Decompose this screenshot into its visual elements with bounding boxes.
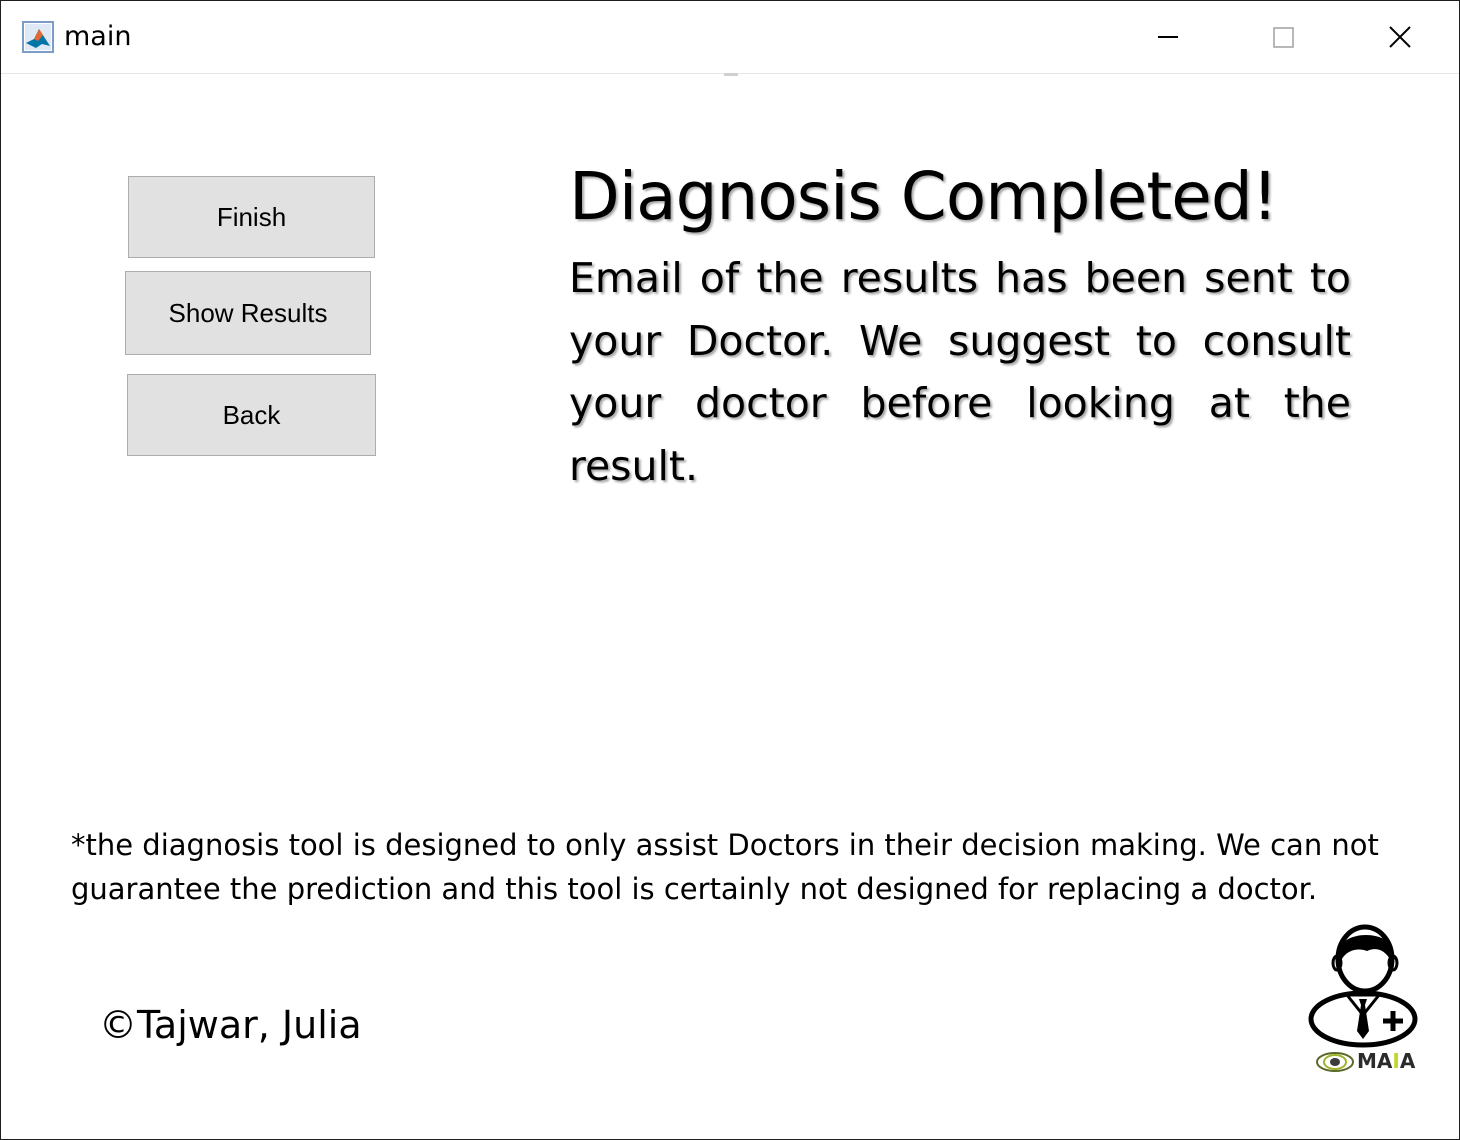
brand-accent: I xyxy=(1392,1049,1400,1073)
matlab-app-icon xyxy=(22,21,54,53)
back-button[interactable]: Back xyxy=(127,374,376,456)
close-button[interactable] xyxy=(1341,1,1457,73)
page-title: Diagnosis Completed! xyxy=(569,158,1278,235)
window-title: main xyxy=(64,21,132,52)
brand-suffix: A xyxy=(1399,1049,1416,1073)
brand-prefix: MA xyxy=(1357,1049,1393,1073)
disclaimer-text: *the diagnosis tool is designed to only … xyxy=(71,828,1379,906)
minimize-button[interactable] xyxy=(1109,1,1225,73)
show-results-button[interactable]: Show Results xyxy=(125,271,371,355)
title-bar[interactable]: main xyxy=(1,1,1459,74)
maia-brand-text: MAIA xyxy=(1357,1049,1415,1073)
maia-logo: MAIA xyxy=(1301,923,1431,1079)
resize-grip xyxy=(724,73,738,76)
result-message: Email of the results has been sent to yo… xyxy=(569,254,1351,490)
app-window: main Finish Show Results Back Diagnosis … xyxy=(0,0,1460,1140)
maximize-button[interactable] xyxy=(1225,1,1341,73)
finish-button[interactable]: Finish xyxy=(128,176,375,258)
copyright-text: ©Tajwar, Julia xyxy=(99,1003,362,1047)
